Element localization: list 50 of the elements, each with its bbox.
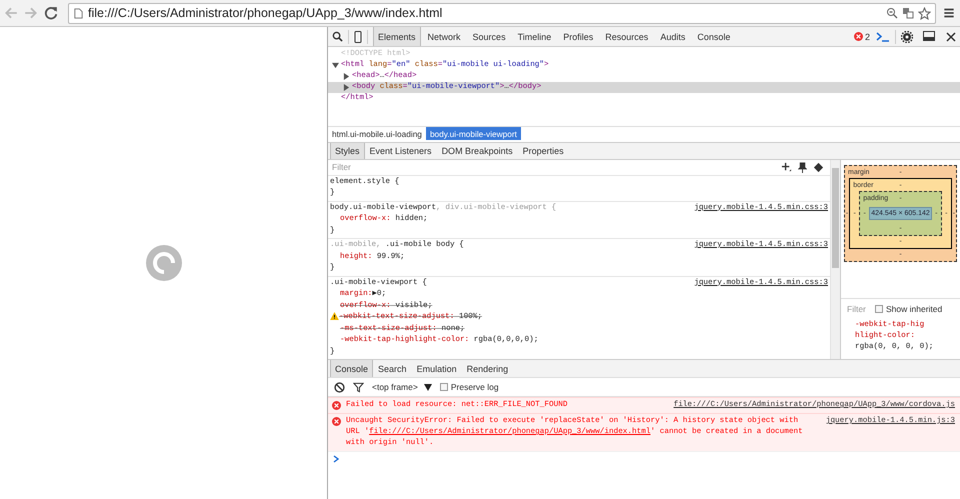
drawer-tab[interactable]: Search xyxy=(373,360,412,377)
computed-filter-field[interactable]: Filter xyxy=(845,302,871,314)
error-icon[interactable] xyxy=(854,32,863,41)
devtools-tab[interactable]: Timeline xyxy=(512,27,556,46)
show-inherited-checkbox[interactable]: Show inherited xyxy=(875,304,942,314)
devtools-tab[interactable]: Network xyxy=(422,27,466,46)
panel-tab[interactable]: Event Listeners xyxy=(364,143,437,159)
expanded-arrow-icon[interactable] xyxy=(332,62,339,69)
console-drawer-icon[interactable] xyxy=(876,31,890,42)
search-icon[interactable] xyxy=(332,31,343,42)
filter-icon[interactable] xyxy=(353,382,364,392)
dock-icon[interactable] xyxy=(923,31,936,42)
device-icon[interactable] xyxy=(354,30,362,42)
devtools-tab[interactable]: Elements xyxy=(373,27,421,46)
star-icon[interactable] xyxy=(918,6,931,20)
pin-icon[interactable] xyxy=(798,162,807,173)
panel-tab[interactable]: DOM Breakpoints xyxy=(436,143,518,159)
menu-icon[interactable] xyxy=(942,6,956,20)
devtools-tab[interactable]: Audits xyxy=(655,27,690,46)
breadcrumb[interactable]: html.ui-mobile.ui-loading xyxy=(328,127,426,140)
panel-tab[interactable]: Properties xyxy=(518,143,569,159)
panel-tab[interactable]: Styles xyxy=(330,143,365,159)
settings-icon[interactable] xyxy=(901,30,913,42)
drawer-tab[interactable]: Console xyxy=(330,360,374,377)
caret-icon[interactable] xyxy=(424,384,432,390)
error-count[interactable]: 2 xyxy=(864,32,870,42)
warning-icon[interactable] xyxy=(330,312,339,320)
devtools-tab[interactable]: Resources xyxy=(600,27,654,46)
close-icon[interactable] xyxy=(946,32,956,42)
error-icon[interactable] xyxy=(332,401,341,410)
page-icon[interactable] xyxy=(73,6,84,20)
translate-icon[interactable] xyxy=(902,7,914,19)
devtools-tab[interactable]: Profiles xyxy=(558,27,598,46)
prompt-chevron-icon[interactable] xyxy=(333,455,340,463)
breadcrumb[interactable]: body.ui-mobile-viewport xyxy=(426,127,521,140)
plus-icon[interactable] xyxy=(781,162,792,173)
address-bar[interactable]: file:///C:/Users/Administrator/phonegap/UApp_3/www/index.html xyxy=(68,2,936,24)
clear-icon[interactable] xyxy=(334,382,345,392)
scrollbar[interactable] xyxy=(830,160,840,359)
color-format-icon[interactable] xyxy=(813,162,824,173)
styles-filter-field[interactable]: Filter xyxy=(330,161,775,174)
error-icon[interactable] xyxy=(332,417,341,426)
devtools-tab[interactable]: Console xyxy=(692,27,736,46)
zoom-icon[interactable] xyxy=(886,7,898,19)
drawer-tab[interactable]: Emulation xyxy=(412,360,462,377)
frame-select[interactable]: <top frame> xyxy=(372,382,432,392)
devtools-tab[interactable]: Sources xyxy=(468,27,511,46)
reload-icon[interactable] xyxy=(44,6,58,20)
preserve-log-checkbox[interactable]: Preserve log xyxy=(440,382,499,392)
drawer-tab[interactable]: Rendering xyxy=(462,360,514,377)
